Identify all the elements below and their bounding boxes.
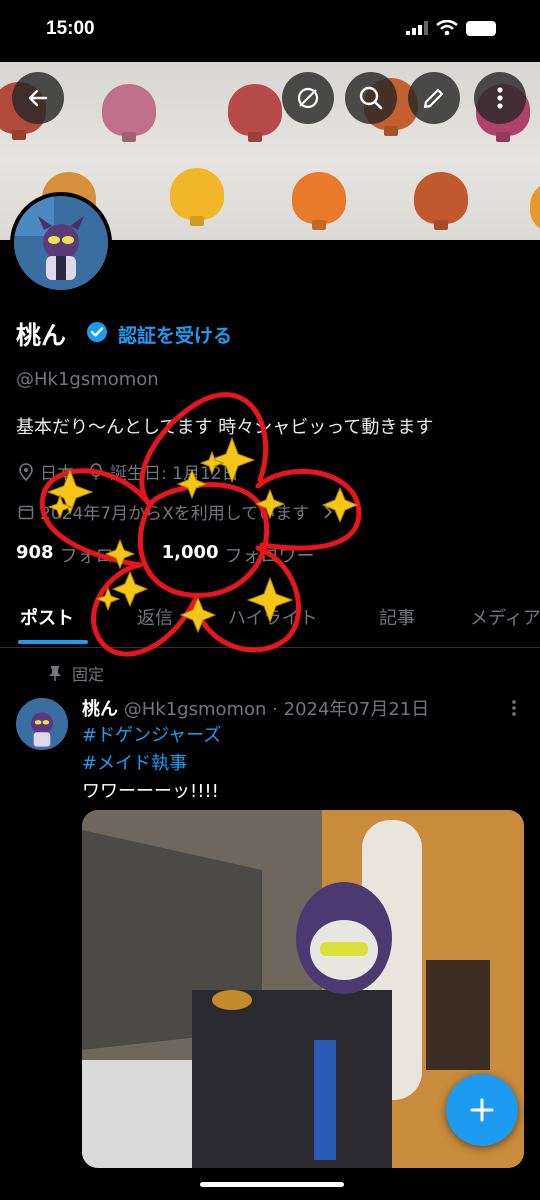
post-hashtag[interactable]: #ドゲンジャーズ xyxy=(82,721,221,747)
status-bar: 15:00 xyxy=(0,0,540,62)
verified-badge-icon[interactable] xyxy=(86,321,108,343)
profile-name: 桃ん xyxy=(16,321,67,350)
wifi-icon xyxy=(436,20,458,36)
tab-media[interactable]: メディア xyxy=(470,604,540,630)
get-verified-link[interactable]: 認証を受ける xyxy=(118,321,232,348)
active-tab-indicator xyxy=(18,640,88,644)
plus-icon xyxy=(470,1098,494,1122)
profile-handle: @Hk1gsmomon xyxy=(16,369,159,390)
post-header: 桃ん @Hk1gsmomon · 2024年07月21日 xyxy=(82,695,429,721)
post-hashtag[interactable]: #メイド執事 xyxy=(82,749,187,775)
following-count[interactable]: 908 xyxy=(16,542,54,568)
profile-location: 日本 xyxy=(40,464,74,484)
no-translate-icon xyxy=(297,87,319,109)
arrow-left-icon xyxy=(28,89,48,107)
followers-count[interactable]: 1,000 xyxy=(162,542,219,568)
post-author-name[interactable]: 桃ん xyxy=(82,699,118,720)
cellular-signal-icon xyxy=(406,21,428,35)
home-indicator xyxy=(200,1182,344,1187)
status-icons xyxy=(406,20,496,36)
pinned-indicator: 固定 xyxy=(48,661,104,685)
tab-replies[interactable]: 返信 xyxy=(137,604,173,630)
grok-button[interactable] xyxy=(282,72,334,124)
more-button[interactable] xyxy=(474,72,526,124)
pin-icon xyxy=(49,666,61,681)
edit-icon xyxy=(423,88,444,109)
edit-button[interactable] xyxy=(408,72,460,124)
shell-decoration xyxy=(530,180,540,232)
tab-posts[interactable]: ポスト xyxy=(20,604,74,630)
shell-decoration xyxy=(170,168,224,220)
profile-meta-row: 日本 誕生日: 1月12日 xyxy=(18,459,239,484)
shell-decoration xyxy=(228,84,282,136)
search-button[interactable] xyxy=(345,72,397,124)
profile-bio: 基本だり〜んとしてます 時々シャビッって動きます xyxy=(16,417,434,438)
compose-post-button[interactable] xyxy=(446,1074,518,1146)
chevron-right-icon xyxy=(324,504,333,519)
more-vertical-icon xyxy=(497,87,503,109)
shell-decoration xyxy=(102,84,156,136)
followers-label[interactable]: フォロワー xyxy=(225,542,315,568)
post-more-icon[interactable] xyxy=(508,698,520,718)
shell-decoration xyxy=(292,172,346,224)
balloon-icon xyxy=(90,462,102,480)
profile-avatar[interactable] xyxy=(10,192,112,294)
following-label[interactable]: フォロー xyxy=(60,542,132,568)
shell-decoration xyxy=(414,172,468,224)
location-icon xyxy=(19,462,33,481)
battery-icon xyxy=(466,20,496,36)
back-button[interactable] xyxy=(12,72,64,124)
post-text: ワワーーーッ!!!! xyxy=(82,781,219,802)
calendar-icon xyxy=(18,505,34,519)
pinned-label: 固定 xyxy=(72,665,105,684)
tab-articles[interactable]: 記事 xyxy=(379,604,415,630)
status-time: 15:00 xyxy=(46,18,95,39)
profile-tabs: ポスト 返信 ハイライト 記事 メディア xyxy=(0,592,540,648)
follow-stats: 908 フォロー 1,000 フォロワー xyxy=(16,542,315,568)
post-author-meta: @Hk1gsmomon · 2024年07月21日 xyxy=(123,699,430,720)
tab-highlights[interactable]: ハイライト xyxy=(228,604,318,630)
post-author-avatar[interactable] xyxy=(16,698,68,750)
avatar-character xyxy=(14,196,108,290)
profile-joined-row[interactable]: 2024年7月からXを利用しています xyxy=(18,499,333,524)
search-icon xyxy=(359,86,383,110)
avatar-character xyxy=(16,698,68,750)
profile-joined: 2024年7月からXを利用しています xyxy=(40,504,310,524)
profile-birthday: 誕生日: 1月12日 xyxy=(110,464,239,484)
